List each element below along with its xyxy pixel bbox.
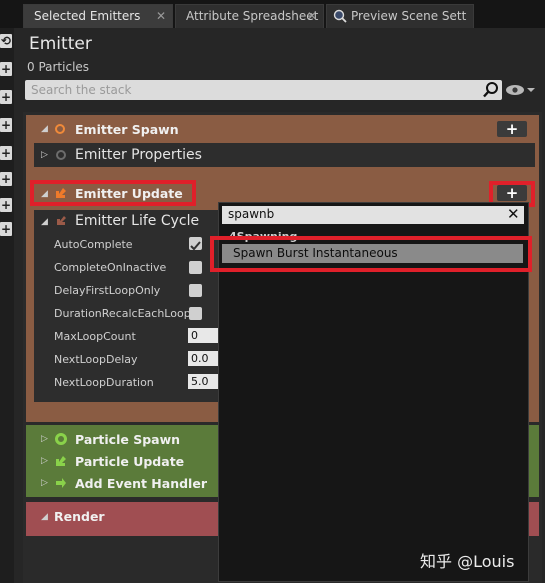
expand-triangle-icon[interactable]: ▷: [41, 434, 48, 444]
add-icon[interactable]: +: [0, 118, 12, 132]
tab-close-icon[interactable]: ✕: [156, 5, 166, 27]
expand-triangle-icon[interactable]: ▷: [41, 456, 48, 466]
delayfirstlooponly-checkbox[interactable]: [189, 284, 202, 297]
emitter-properties-label: Emitter Properties: [75, 147, 202, 163]
page-title: Emitter: [29, 34, 92, 54]
watermark: 知乎 @Louis: [420, 552, 515, 571]
collapse-triangle-icon[interactable]: ◢: [41, 124, 48, 134]
collapse-triangle-icon[interactable]: ◢: [41, 512, 48, 522]
maxloopcount-input[interactable]: 0: [188, 328, 218, 343]
tab-label: Preview Scene Sett: [351, 9, 467, 23]
prop-delayfirstlooponly-label: DelayFirstLoopOnly: [54, 284, 161, 297]
render-label[interactable]: Render: [54, 509, 105, 524]
nextloopduration-input[interactable]: 5.0: [188, 374, 218, 389]
add-icon[interactable]: +: [0, 90, 12, 104]
prop-completeoninactive-label: CompleteOnInactive: [54, 261, 167, 274]
properties-icon: [56, 150, 66, 160]
durationrecalceachloop-checkbox[interactable]: [189, 307, 202, 320]
particle-spawn-icon: [55, 433, 67, 445]
refresh-icon[interactable]: ⟲: [0, 34, 12, 48]
tab-label: Attribute Spreadsheet: [186, 9, 319, 23]
nextloopdelay-input[interactable]: 0.0: [188, 351, 218, 366]
visibility-eye-icon[interactable]: [505, 83, 535, 97]
search-icon: [333, 9, 347, 23]
highlight-emitter-update: [30, 180, 196, 206]
event-handler-arrow-icon: [56, 478, 66, 488]
expand-triangle-icon[interactable]: ▷: [41, 150, 48, 160]
tab-attribute-spreadsheet[interactable]: Attribute Spreadsheet ✕: [175, 4, 324, 28]
particle-count: 0 Particles: [27, 60, 90, 74]
highlight-search-result: [210, 236, 532, 272]
add-icon[interactable]: +: [0, 222, 12, 236]
prop-nextloopduration-label: NextLoopDuration: [54, 376, 154, 389]
add-icon[interactable]: +: [0, 62, 12, 76]
emitter-spawn-label[interactable]: Emitter Spawn: [75, 122, 179, 137]
add-icon[interactable]: +: [0, 172, 12, 186]
left-toolbar: [0, 28, 14, 583]
add-icon[interactable]: +: [0, 146, 12, 160]
add-event-handler-label[interactable]: Add Event Handler: [75, 476, 207, 491]
collapse-triangle-icon[interactable]: ◢: [41, 217, 48, 227]
module-arrow-icon: [57, 216, 66, 225]
particle-spawn-label[interactable]: Particle Spawn: [75, 432, 180, 447]
expand-triangle-icon[interactable]: ▷: [41, 478, 48, 488]
tab-label: Selected Emitters: [34, 9, 141, 23]
prop-autocomplete-label: AutoComplete: [54, 238, 133, 251]
module-search-value: spawnb: [228, 207, 275, 221]
prop-nextloopdelay-label: NextLoopDelay: [54, 353, 138, 366]
tab-close-icon[interactable]: ✕: [307, 5, 317, 27]
completeoninactive-checkbox[interactable]: [189, 261, 202, 274]
search-placeholder: Search the stack: [31, 83, 132, 97]
autocomplete-checkbox[interactable]: [189, 237, 202, 251]
tab-selected-emitters[interactable]: Selected Emitters ✕: [23, 4, 173, 28]
prop-durationrecalceachloop-label: DurationRecalcEachLoop: [54, 307, 191, 320]
tab-preview-scene-settings[interactable]: Preview Scene Sett: [326, 4, 474, 28]
prop-maxloopcount-label: MaxLoopCount: [54, 330, 136, 343]
search-icon[interactable]: [482, 81, 500, 99]
add-icon[interactable]: +: [0, 198, 12, 212]
particle-update-label[interactable]: Particle Update: [75, 454, 184, 469]
checkmark-icon: [190, 241, 201, 251]
emitter-life-cycle-label[interactable]: Emitter Life Cycle: [75, 213, 199, 229]
particle-update-arrow-icon: [56, 456, 66, 466]
module-status-icon: [55, 124, 65, 134]
clear-search-icon[interactable]: ✕: [507, 205, 520, 223]
add-module-button[interactable]: +: [497, 121, 527, 137]
